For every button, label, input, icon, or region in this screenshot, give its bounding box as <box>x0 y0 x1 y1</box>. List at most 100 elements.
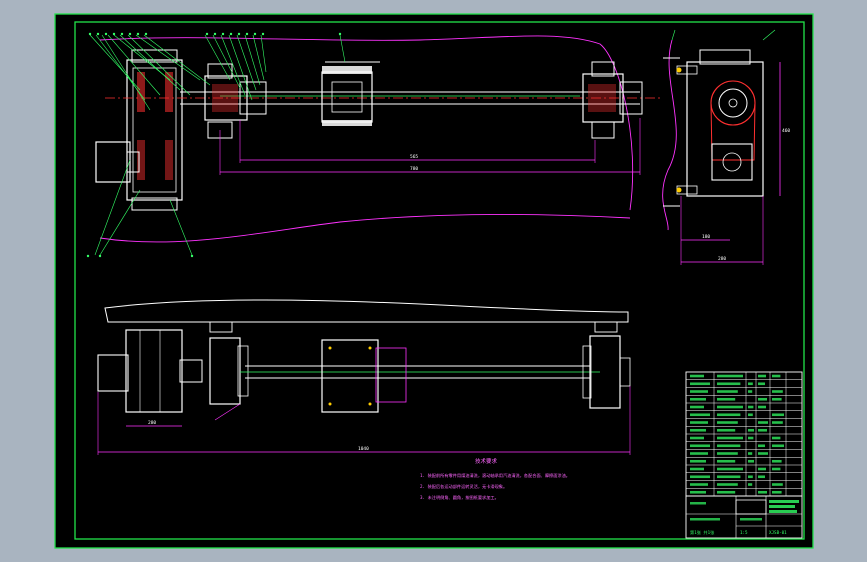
parts-list-cell <box>717 436 743 440</box>
parts-list-cell <box>758 405 766 409</box>
parts-list-cell <box>690 452 708 455</box>
parts-list-cell <box>758 382 765 386</box>
engineering-drawing: 780 565 460 280 180 1040 280 技术要求 1. 装配前… <box>54 13 814 549</box>
motor-front <box>95 141 131 183</box>
parts-list-cell <box>690 428 706 432</box>
parts-list-cell <box>748 405 754 409</box>
parts-list-cell <box>690 382 710 386</box>
parts-list-cell <box>717 382 741 386</box>
parts-list-cell <box>690 413 710 417</box>
parts-list-cell <box>717 444 741 448</box>
parts-list-cell <box>758 467 766 471</box>
parts-list-cell <box>690 436 704 440</box>
side-motor-base <box>711 143 753 181</box>
gearbox-housing <box>126 59 183 201</box>
section-break-bottom <box>99 214 631 243</box>
parts-list-cell <box>758 475 765 479</box>
side-pulley-outer <box>710 80 756 126</box>
parts-list-cell <box>772 483 783 486</box>
notes-line-2: 2. 装配后各运动部件运转灵活，无卡滞现象。 <box>420 483 507 490</box>
parts-list-cell <box>772 490 782 494</box>
side-break-line <box>662 39 677 231</box>
notes-line-1: 1. 装配前所有零件用煤油清洗，滚动轴承用汽油清洗，各配合面、摩擦面涂油。 <box>420 472 570 479</box>
parts-list-cell <box>717 490 736 494</box>
parts-list-cell <box>717 467 743 471</box>
parts-list-cell <box>772 413 784 417</box>
parts-list-cell <box>690 475 710 479</box>
dim-side-height: 460 <box>782 128 790 134</box>
parts-list-cell <box>748 459 754 463</box>
parts-list-cell <box>717 452 738 455</box>
cad-viewport: 780 565 460 280 180 1040 280 技术要求 1. 装配前… <box>0 0 867 562</box>
parts-list <box>685 371 803 497</box>
parts-list-cell <box>748 382 753 386</box>
parts-list-cell <box>748 390 753 393</box>
dim-front-span: 565 <box>410 154 418 160</box>
parts-list-cell <box>717 459 736 463</box>
front-view: 780 565 <box>86 32 660 258</box>
center-drum <box>321 71 373 123</box>
parts-list-cell <box>717 397 736 401</box>
technical-notes: 技术要求 1. 装配前所有零件用煤油清洗，滚动轴承用汽油清洗，各配合面、摩擦面涂… <box>420 457 570 501</box>
drawing-number: XJSB-01 <box>769 530 787 535</box>
parts-list-cell <box>717 421 738 424</box>
parts-list-cell <box>717 405 743 409</box>
dim-side-width: 180 <box>702 234 710 240</box>
parts-list-cell <box>717 390 738 393</box>
parts-list-cell <box>758 490 767 494</box>
parts-list-cell <box>690 397 706 401</box>
parts-list-cell <box>748 413 753 417</box>
parts-list-cell <box>748 428 754 432</box>
parts-list-cell <box>690 374 704 378</box>
parts-list-cell <box>748 436 754 440</box>
side-belt <box>710 102 756 161</box>
dim-side-depth: 280 <box>718 256 726 262</box>
parts-list-cell <box>772 397 782 401</box>
parts-list-cell <box>772 374 781 378</box>
parts-list-cell <box>772 421 783 424</box>
parts-list-cell <box>748 483 753 486</box>
parts-list-cell <box>772 390 783 393</box>
parts-list-cell <box>772 467 781 471</box>
parts-list-cell <box>717 475 741 479</box>
parts-list-cell <box>758 374 766 378</box>
parts-list-cell <box>690 483 708 486</box>
parts-list-cell <box>758 444 765 448</box>
parts-list-cell <box>717 374 743 378</box>
plan-bearing-left <box>209 337 241 405</box>
parts-list-cell <box>690 390 708 393</box>
parts-list-cell <box>717 428 736 432</box>
plan-base-plate <box>104 299 629 323</box>
parts-list-cell <box>748 452 753 455</box>
parts-list-cell <box>772 444 784 448</box>
title-block: XJSB-01 1:5 第1张 共1张 <box>685 495 803 539</box>
parts-list-cell <box>717 483 738 486</box>
parts-list-cell <box>690 459 706 463</box>
notes-title: 技术要求 <box>475 457 498 465</box>
parts-list-cell <box>772 436 781 440</box>
dim-front-total: 780 <box>410 166 418 172</box>
notes-line-3: 3. 未注明倒角、圆角，按图纸要求加工。 <box>420 494 499 501</box>
parts-list-cell <box>758 428 767 432</box>
dim-plan-motor: 280 <box>148 420 156 426</box>
parts-list-cell <box>690 405 704 409</box>
parts-list-cell <box>690 467 704 471</box>
plan-motor <box>125 329 183 413</box>
parts-list-cell <box>758 421 768 424</box>
sheet-number: 第1张 共1张 <box>690 529 715 536</box>
parts-list-cell <box>690 444 710 448</box>
balloon-dots <box>86 32 342 258</box>
dim-plan-total: 1040 <box>358 446 369 452</box>
parts-list-cell <box>758 397 767 401</box>
parts-list-cell <box>690 421 708 424</box>
parts-list-cell <box>748 475 753 479</box>
plan-view: 1040 280 <box>97 299 631 455</box>
part-leader-lines <box>89 34 346 256</box>
parts-list-cell <box>772 459 782 463</box>
drawing-scale: 1:5 <box>740 530 748 535</box>
parts-list-cell <box>690 490 706 494</box>
side-view: 460 280 180 <box>662 29 790 265</box>
plan-center-block <box>321 339 379 413</box>
parts-list-cell <box>758 452 768 455</box>
parts-list-cell <box>717 413 741 417</box>
